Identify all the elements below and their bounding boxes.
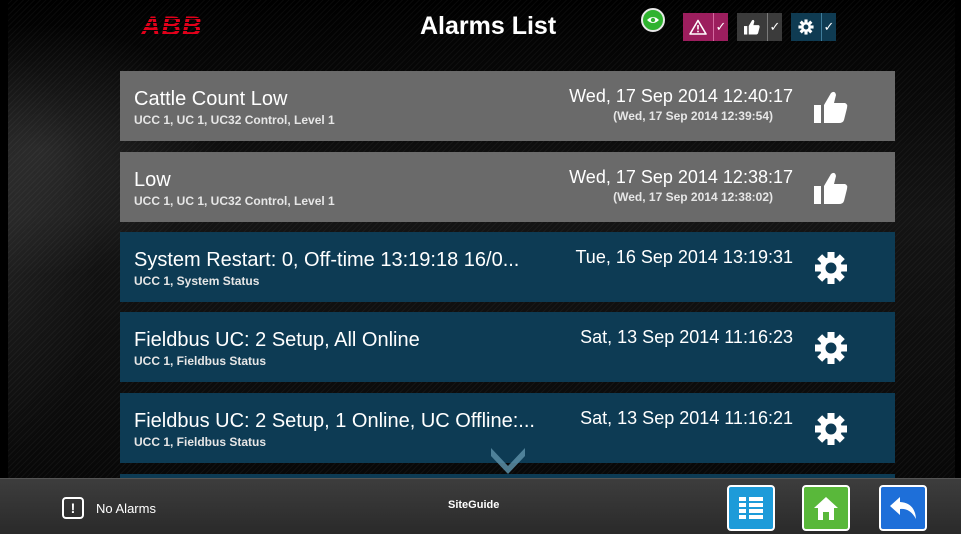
app-name: SiteGuide <box>448 499 500 511</box>
alarm-time: Tue, 16 Sep 2014 13:19:31 <box>575 247 793 267</box>
filter-acknowledged-alarms[interactable]: ✓ <box>737 13 782 41</box>
home-button[interactable] <box>802 485 850 531</box>
view-eye-icon[interactable] <box>641 8 665 32</box>
filter-system-alarms[interactable]: ✓ <box>791 13 836 41</box>
check-icon: ✓ <box>821 13 836 41</box>
check-icon: ✓ <box>713 13 728 41</box>
alarm-row[interactable]: Fieldbus UC: 2 Setup, All Online UCC 1, … <box>120 312 895 382</box>
gear-icon <box>791 13 821 41</box>
alarm-time: Wed, 17 Sep 2014 12:38:17 <box>569 167 793 187</box>
page-title: Alarms List <box>420 12 557 40</box>
scroll-down-chevron-icon[interactable] <box>489 444 527 479</box>
alarm-row[interactable]: Low UCC 1, UC 1, UC32 Control, Level 1 W… <box>120 152 895 222</box>
alarm-status: No Alarms <box>96 501 156 516</box>
abb-logo: ABB <box>141 11 203 41</box>
list-button[interactable] <box>727 485 775 531</box>
alarm-original-time: (Wed, 17 Sep 2014 12:38:02) <box>613 190 773 204</box>
back-button[interactable] <box>879 485 927 531</box>
warning-icon <box>683 13 713 41</box>
gear-icon[interactable] <box>813 250 849 286</box>
alarm-name: Low <box>134 169 171 191</box>
home-icon <box>814 497 838 520</box>
alarm-row[interactable]: Tue, 16 Sep 2014 13:19:31 System Restart… <box>120 232 895 302</box>
alarm-time: Sat, 13 Sep 2014 11:16:21 <box>580 408 793 428</box>
bottom-bar: ! No Alarms SiteGuide <box>0 478 961 534</box>
alarm-name: Fieldbus UC: 2 Setup, All Online <box>134 329 422 352</box>
alarm-source: UCC 1, UC 1, UC32 Control, Level 1 <box>134 194 335 208</box>
alarm-source: UCC 1, System Status <box>134 274 260 288</box>
thumbs-up-icon <box>737 13 767 41</box>
alarm-original-time: (Wed, 17 Sep 2014 12:39:54) <box>613 109 773 123</box>
alarm-name: Cattle Count Low <box>134 88 288 110</box>
gear-icon[interactable] <box>813 330 849 366</box>
thumbs-up-icon[interactable] <box>813 170 849 206</box>
list-icon <box>739 497 763 519</box>
thumbs-up-icon[interactable] <box>813 89 849 125</box>
gear-icon[interactable] <box>813 411 849 447</box>
left-edge <box>0 0 8 478</box>
alarm-name: Fieldbus UC: 2 Setup, 1 Online, UC Offli… <box>134 410 537 433</box>
alarm-source: UCC 1, Fieldbus Status <box>134 354 267 368</box>
alarm-indicator-icon: ! <box>62 497 84 519</box>
alarm-name: System Restart: 0, Off-time 13:19:18 16/… <box>134 249 522 272</box>
alarm-time: Wed, 17 Sep 2014 12:40:17 <box>569 86 793 106</box>
alarm-source: UCC 1, UC 1, UC32 Control, Level 1 <box>134 113 335 127</box>
filter-active-alarms[interactable]: ✓ <box>683 13 728 41</box>
alarm-row[interactable]: Cattle Count Low UCC 1, UC 1, UC32 Contr… <box>120 71 895 141</box>
alarm-time: Sat, 13 Sep 2014 11:16:23 <box>580 327 793 347</box>
right-edge <box>955 0 961 478</box>
back-icon <box>890 497 916 519</box>
alarm-source: UCC 1, Fieldbus Status <box>134 435 267 449</box>
check-icon: ✓ <box>767 13 782 41</box>
